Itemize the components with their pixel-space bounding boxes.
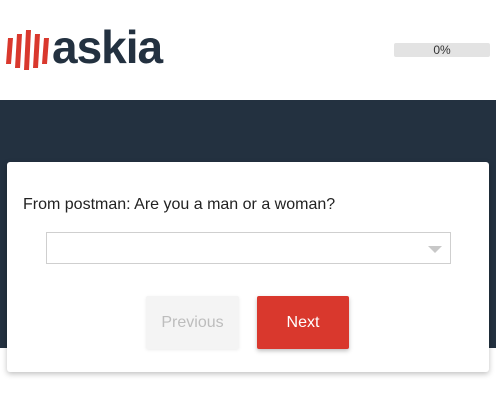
progress-label: 0% xyxy=(433,43,451,57)
next-button[interactable]: Next xyxy=(257,296,349,349)
progress-bar: 0% xyxy=(394,43,490,57)
askia-logo-mark-icon xyxy=(6,30,49,70)
logo-text: askia xyxy=(52,21,163,73)
gender-dropdown[interactable] xyxy=(46,232,451,264)
question-card: From postman: Are you a man or a woman? … xyxy=(7,162,489,372)
previous-button[interactable]: Previous xyxy=(146,296,239,349)
header: askia 0% xyxy=(0,0,496,100)
askia-logo: askia xyxy=(6,21,163,73)
question-text: From postman: Are you a man or a woman? xyxy=(23,196,336,213)
chevron-down-icon xyxy=(428,246,442,253)
